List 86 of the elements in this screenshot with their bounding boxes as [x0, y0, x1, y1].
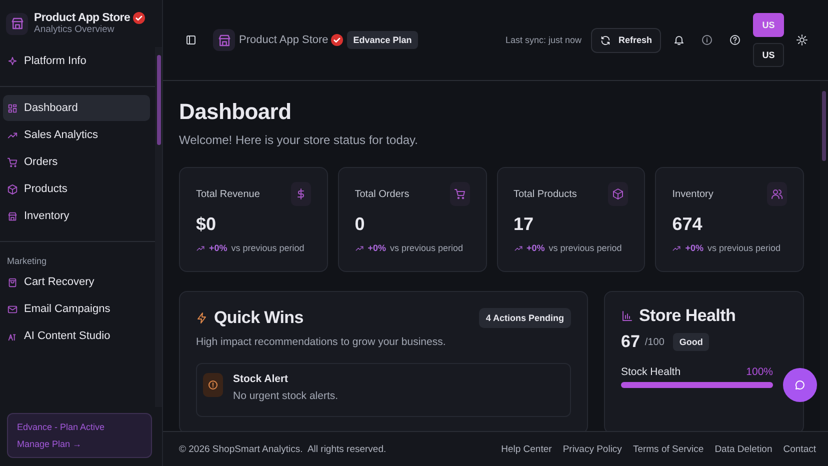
- metric-label: Stock Health: [621, 366, 681, 378]
- grid-icon: [7, 102, 18, 114]
- store-logo-icon: [6, 12, 28, 34]
- store-logo-icon: [213, 29, 235, 51]
- store-name: Product App Store: [239, 34, 328, 46]
- footer-link[interactable]: Terms of Service: [632, 444, 704, 454]
- refresh-button[interactable]: Refresh: [591, 28, 661, 52]
- page-subtitle: Welcome! Here is your store status for today.: [179, 133, 419, 147]
- stat-value: 0: [354, 214, 366, 235]
- metric-reading: 100%: [746, 366, 773, 378]
- stat-note: vs previous period: [548, 243, 622, 253]
- cart-icon: [450, 182, 470, 206]
- panel-title: Quick Wins: [214, 308, 304, 328]
- trend-up-icon: [514, 244, 522, 252]
- score-max: /100: [644, 336, 664, 348]
- scrollbar[interactable]: [820, 81, 828, 431]
- nav-item[interactable]: Email Campaigns: [3, 296, 150, 322]
- stat-change: +0%: [526, 243, 545, 253]
- page-title: Dashboard: [179, 99, 292, 125]
- stat-label: Total Products: [514, 188, 577, 200]
- panel-subtitle: High impact recommendations to grow your business.: [196, 336, 447, 348]
- stat-note: vs previous period: [390, 243, 464, 253]
- trend-icon: [7, 130, 18, 140]
- brand-subtitle: Analytics Overview: [34, 24, 116, 35]
- trend-up-icon: [196, 244, 205, 252]
- nav-item[interactable]: Products: [3, 176, 150, 202]
- footer-link[interactable]: Contact: [783, 444, 816, 454]
- theme-sun-icon[interactable]: [796, 34, 808, 46]
- trend-up-icon: [672, 244, 682, 252]
- manage-plan-link[interactable]: Manage Plan →: [17, 439, 142, 449]
- pending-badge: 4 Actions Pending: [478, 308, 571, 328]
- user-button[interactable]: US: [753, 43, 784, 67]
- nav-item[interactable]: AI Content Studio: [3, 323, 150, 349]
- box-icon: [7, 184, 18, 194]
- nav-item[interactable]: Inventory: [3, 203, 150, 229]
- stat-value: $0: [196, 214, 218, 235]
- health-score: 67: [621, 332, 640, 352]
- sync-status: Last sync: just now: [505, 35, 582, 45]
- stat-label: Total Orders: [354, 188, 410, 200]
- box-icon: [608, 182, 628, 206]
- stat-label: Total Revenue: [196, 188, 260, 200]
- alert-icon: [203, 373, 223, 397]
- footer-link[interactable]: Help Center: [501, 444, 552, 454]
- dollar-icon: [290, 182, 311, 206]
- stat-change: +0%: [209, 243, 228, 253]
- plan-status: Edvance - Plan Active: [17, 422, 106, 432]
- stat-value: 17: [514, 214, 535, 235]
- info-icon[interactable]: [701, 34, 713, 46]
- stat-change: +0%: [685, 243, 704, 253]
- stat-note: vs previous period: [231, 243, 304, 253]
- nav-item[interactable]: Dashboard: [3, 95, 150, 121]
- chat-button[interactable]: [783, 368, 817, 402]
- bag-icon: [7, 276, 18, 288]
- stat-note: vs previous period: [708, 243, 781, 253]
- trend-up-icon: [354, 244, 364, 252]
- refresh-icon: [600, 34, 612, 46]
- alert-text: No urgent stock alerts.: [233, 390, 338, 402]
- notification-bell-icon[interactable]: [673, 34, 685, 46]
- brand-title: Product App Store: [34, 12, 130, 24]
- chat-bubble-icon: [794, 379, 806, 391]
- lightning-icon: [196, 311, 208, 325]
- footer-link[interactable]: Privacy Policy: [562, 444, 622, 454]
- nav-item[interactable]: Orders: [3, 149, 150, 175]
- user-button[interactable]: US: [753, 13, 784, 37]
- mail-icon: [7, 304, 18, 314]
- nav-item[interactable]: Cart Recovery: [3, 269, 150, 295]
- panel-title: Store Health: [639, 306, 736, 326]
- nav-item[interactable]: Platform Info: [3, 48, 150, 74]
- help-icon[interactable]: [729, 34, 741, 46]
- users-icon: [767, 182, 787, 206]
- cart-icon: [7, 156, 18, 168]
- rating-badge: Good: [673, 333, 709, 351]
- alert-title: Stock Alert: [233, 373, 290, 385]
- plan-badge: Edvance Plan: [347, 31, 418, 49]
- stat-change: +0%: [368, 243, 386, 253]
- footer-link[interactable]: Data Deletion: [714, 444, 772, 454]
- sidebar-toggle-icon[interactable]: [185, 34, 197, 46]
- sparkle-icon: [7, 56, 18, 66]
- stat-value: 674: [672, 214, 704, 235]
- store-icon: [7, 210, 18, 222]
- section-heading: Marketing: [6, 255, 48, 268]
- stat-label: Inventory: [672, 188, 714, 200]
- nav-item[interactable]: Sales Analytics: [3, 122, 150, 148]
- scrollbar[interactable]: [155, 47, 162, 407]
- copyright-text: © 2026 ShopSmart Analytics. All rights reserved.: [179, 444, 386, 454]
- bar-chart-icon: [621, 309, 633, 323]
